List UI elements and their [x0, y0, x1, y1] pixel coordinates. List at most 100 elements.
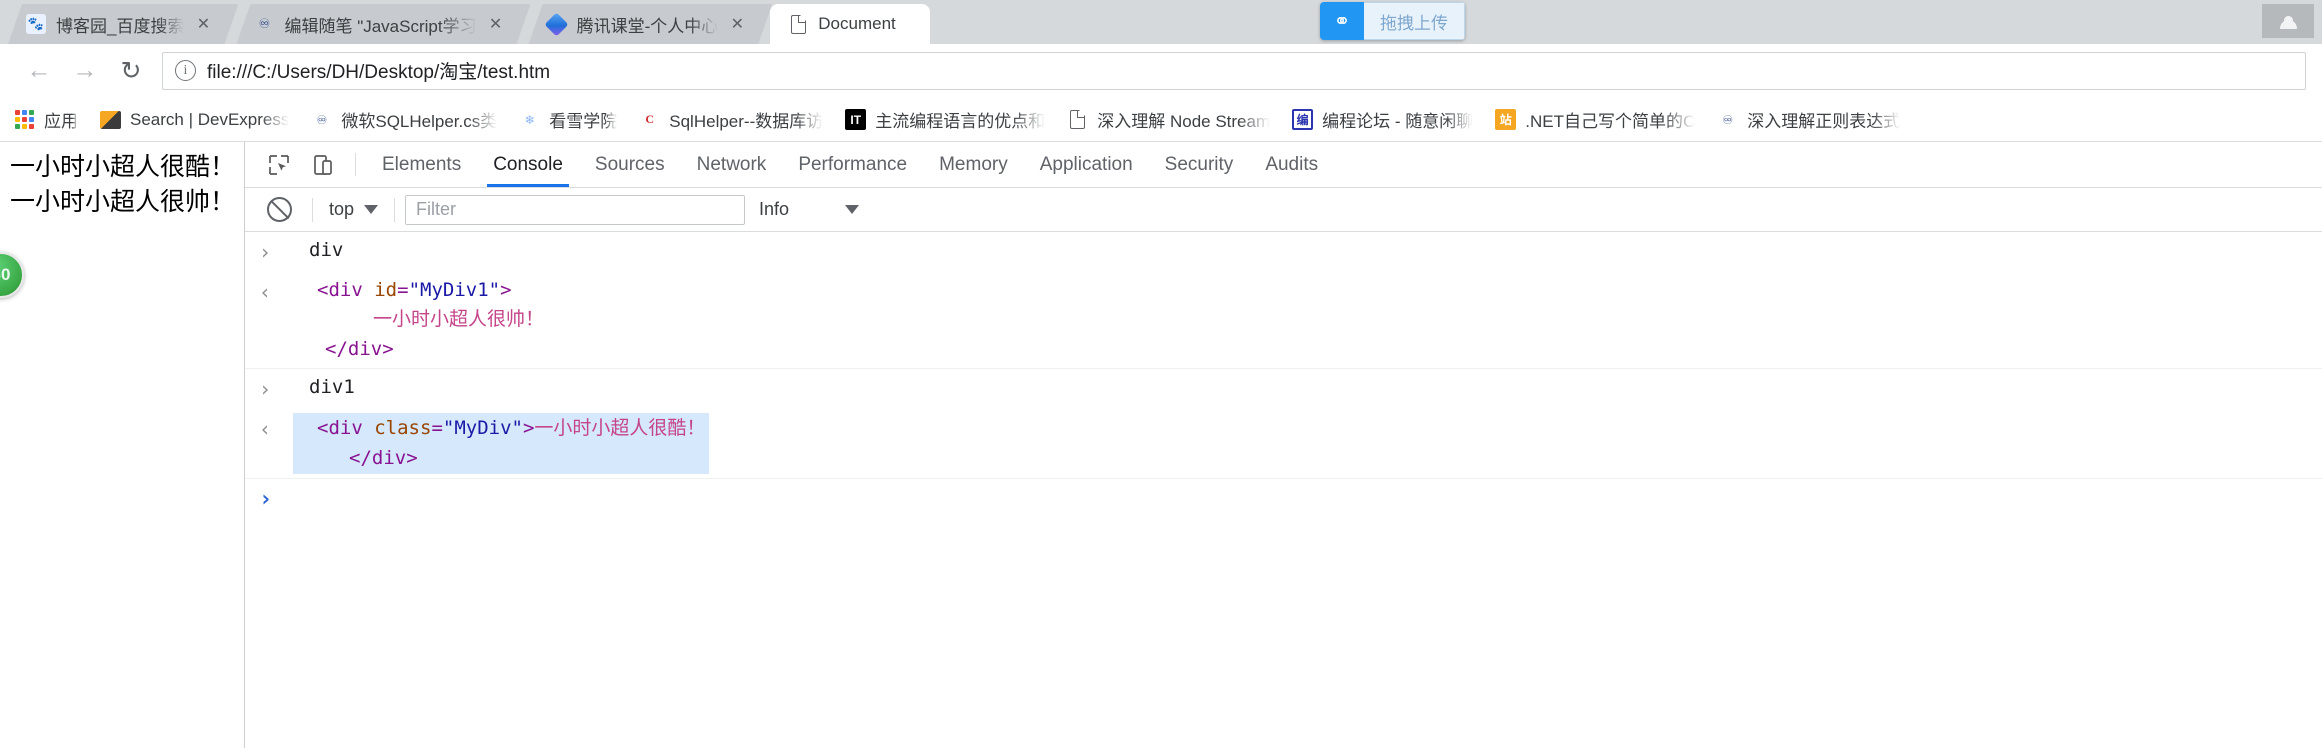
devtools-tab-security[interactable]: Security: [1149, 142, 1250, 187]
page-text-line-2: 一小时小超人很帅！: [10, 186, 236, 216]
bookmark-devexpress[interactable]: Search | DevExpress: [100, 109, 289, 130]
attribute-name: class: [374, 417, 432, 440]
toolbar-divider: [355, 153, 356, 176]
closing-tag: </div>: [349, 446, 418, 469]
devtools-tab-sources[interactable]: Sources: [579, 142, 681, 187]
devtools-tab-elements[interactable]: Elements: [366, 142, 477, 187]
bookmark-kanxue[interactable]: ❄ 看雪学院: [519, 107, 618, 132]
devtools-panel: Elements Console Sources Network Perform…: [245, 142, 2322, 748]
netdisk-upload-widget[interactable]: ⚭ 拖拽上传: [1320, 2, 1465, 40]
bookmark-label: 主流编程语言的优点和: [875, 112, 1046, 131]
prompt-chevron-icon: ›: [259, 487, 273, 513]
bookmarks-bar: 应用 Search | DevExpress ♾ 微软SQLHelper.cs类…: [0, 98, 2322, 142]
tencent-ketang-icon: [547, 14, 567, 34]
tag-close-bracket: >: [522, 417, 535, 440]
bookmark-sqlhelper-db[interactable]: C SqlHelper--数据库访: [639, 107, 823, 132]
address-bar-url: file:///C:/Users/DH/Desktop/淘宝/test.htm: [207, 62, 551, 83]
browser-tab-2[interactable]: ♾ 编辑随笔 "JavaScript学习 ✕: [236, 4, 530, 44]
console-input-text: div: [309, 239, 344, 261]
tab-close-button[interactable]: ✕: [194, 14, 212, 34]
bookmark-sqlhelper-cs[interactable]: ♾ 微软SQLHelper.cs类: [311, 107, 497, 132]
filter-divider: [394, 197, 396, 222]
bookmark-node-stream[interactable]: 深入理解 Node Stream: [1067, 107, 1270, 132]
cnblogs-icon: ♾: [258, 16, 271, 31]
console-level-selector[interactable]: Info: [759, 199, 860, 220]
cnblogs-icon: ♾: [1722, 112, 1734, 127]
bookmark-label: 深入理解 Node Stream: [1097, 112, 1271, 131]
console-context-selector[interactable]: top: [323, 199, 384, 220]
tab-title: 腾讯课堂-个人中心: [576, 16, 719, 36]
device-toolbar-icon[interactable]: [301, 142, 345, 187]
browser-tab-1[interactable]: 博客园_百度搜索 ✕: [8, 4, 238, 44]
devtools-tab-audits[interactable]: Audits: [1249, 142, 1334, 187]
tab-title: 博客园_百度搜索: [56, 16, 185, 36]
bookmark-bianchen-forum[interactable]: 编 编程论坛 - 随意闲聊: [1292, 107, 1473, 132]
browser-tab-4-active[interactable]: Document: [770, 4, 931, 44]
tag-open-bracket: <: [317, 279, 329, 301]
bookmark-label: SqlHelper--数据库访: [669, 112, 824, 131]
level-label: Info: [759, 199, 790, 219]
attribute-equals: =: [431, 417, 443, 440]
document-page-icon: [1067, 109, 1088, 130]
bookmark-dotnet-simple[interactable]: 站 .NET自己写个简单的C: [1495, 107, 1695, 132]
browser-window: 博客园_百度搜索 ✕ ♾ 编辑随笔 "JavaScript学习 ✕ 腾讯课堂-个…: [0, 0, 2322, 748]
bookmark-apps[interactable]: 应用: [14, 107, 78, 132]
console-input-row[interactable]: › div: [245, 232, 2322, 272]
reload-icon[interactable]: ↻: [108, 48, 154, 94]
devtools-tab-network[interactable]: Network: [681, 142, 783, 187]
console-result-row[interactable]: ‹ <div id="MyDiv1"> 一小时小超人很帅！ </div>: [245, 272, 2322, 370]
html-snippet: <div id="MyDiv1"> 一小时小超人很帅！ </div>: [293, 279, 544, 360]
devtools-tab-application[interactable]: Application: [1024, 142, 1149, 187]
tab-label: Security: [1164, 153, 1234, 175]
tag-name: div: [328, 417, 363, 440]
filter-divider: [312, 197, 313, 222]
apps-grid-icon: [14, 109, 35, 130]
tab-close-button[interactable]: ✕: [728, 14, 746, 34]
tab-close-button[interactable]: ✕: [487, 14, 505, 34]
bookmark-label: 编程论坛 - 随意闲聊: [1322, 112, 1474, 131]
element-inner-text: 一小时小超人很酷！: [534, 417, 706, 440]
tab-strip: 博客园_百度搜索 ✕ ♾ 编辑随笔 "JavaScript学习 ✕ 腾讯课堂-个…: [0, 0, 2322, 44]
person-avatar-icon[interactable]: [2262, 4, 2314, 38]
tab-title: 编辑随笔 "JavaScript学习: [284, 16, 477, 36]
console-output-area[interactable]: › div ‹ <div id="MyDiv1"> 一小时小超人很帅！ </di…: [245, 232, 2322, 748]
tab-label: Sources: [594, 153, 665, 175]
browser-tab-3[interactable]: 腾讯课堂-个人中心 ✕: [529, 4, 773, 44]
zhan-icon: 站: [1495, 109, 1517, 130]
arrow-left-icon[interactable]: ←: [16, 48, 62, 94]
devtools-tab-bar: Elements Console Sources Network Perform…: [245, 142, 2322, 188]
tab-label: Network: [696, 153, 767, 175]
console-result-row-highlighted[interactable]: ‹ <div class="MyDiv">一小时小超人很酷！ </div>: [245, 409, 2322, 480]
console-input-row[interactable]: › div1: [245, 369, 2322, 409]
snowflake-icon: ❄: [524, 112, 535, 127]
devtools-tab-memory[interactable]: Memory: [923, 142, 1024, 187]
console-prompt-row[interactable]: ›: [245, 479, 2322, 516]
tag-open-bracket: <: [317, 417, 329, 440]
attribute-value: "MyDiv": [442, 417, 523, 440]
bookmark-regex[interactable]: ♾ 深入理解正则表达式: [1717, 107, 1900, 132]
inspect-element-icon[interactable]: [257, 142, 301, 187]
document-page-icon: [788, 14, 808, 34]
viewport: 一小时小超人很酷！ 一小时小超人很帅！ 60: [0, 142, 2322, 748]
browser-toolbar: ← → ↻ i file:///C:/Users/DH/Desktop/淘宝/t…: [0, 44, 2322, 98]
bookmark-label: 看雪学院: [549, 112, 618, 131]
devtools-tab-console[interactable]: Console: [477, 142, 579, 187]
devtools-tab-performance[interactable]: Performance: [782, 142, 923, 187]
iteye-icon: IT: [845, 109, 867, 130]
closing-tag: </div>: [325, 337, 394, 360]
console-result-content: <div id="MyDiv1"> 一小时小超人很帅！ </div>: [293, 276, 2322, 364]
tag-close-bracket: >: [500, 279, 512, 301]
info-circle-icon[interactable]: i: [175, 60, 196, 81]
address-bar[interactable]: i file:///C:/Users/DH/Desktop/淘宝/test.ht…: [162, 51, 2306, 90]
clear-console-icon[interactable]: [267, 197, 292, 222]
arrow-right-icon[interactable]: →: [62, 48, 108, 94]
page-content-pane: 一小时小超人很酷！ 一小时小超人很帅！ 60: [0, 142, 245, 748]
bookmark-prog-languages[interactable]: IT 主流编程语言的优点和: [845, 107, 1045, 132]
attribute-value: "MyDiv1": [408, 279, 501, 301]
bianchen-icon: 编: [1292, 109, 1314, 130]
tab-label: Elements: [382, 153, 462, 175]
output-chevron-icon: ‹: [259, 417, 272, 442]
console-filter-input[interactable]: Filter: [405, 194, 746, 225]
attribute-name: id: [374, 279, 398, 301]
console-input-text: div1: [309, 376, 355, 399]
